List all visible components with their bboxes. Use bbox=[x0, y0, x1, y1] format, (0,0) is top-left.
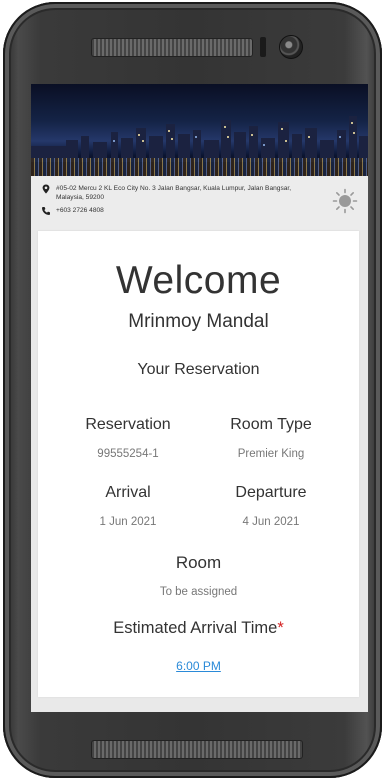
proximity-sensor bbox=[260, 37, 266, 57]
hero-city-image bbox=[31, 84, 368, 176]
reservation-card: Welcome Mrinmoy Mandal Your Reservation … bbox=[38, 231, 359, 697]
hotel-address: #05-02 Mercu 2 KL Eco City No. 3 Jalan B… bbox=[56, 185, 292, 201]
departure-date: 4 Jun 2021 bbox=[242, 516, 300, 528]
phone-frame: #05-02 Mercu 2 KL Eco City No. 3 Jalan B… bbox=[3, 2, 382, 778]
front-camera-icon bbox=[279, 35, 303, 59]
phone-icon bbox=[42, 207, 50, 215]
sun-icon[interactable] bbox=[332, 188, 358, 214]
water-reflection bbox=[31, 158, 368, 176]
room-type-block: Room Type Premier King bbox=[201, 416, 341, 460]
estimated-arrival-time-link[interactable]: 6:00 PM bbox=[38, 659, 359, 673]
room-value: To be assigned bbox=[159, 586, 238, 598]
departure-block: Departure 4 Jun 2021 bbox=[201, 484, 341, 528]
arrival-date: 1 Jun 2021 bbox=[99, 516, 157, 528]
room-label: Room bbox=[175, 553, 222, 572]
hotel-info-bar: #05-02 Mercu 2 KL Eco City No. 3 Jalan B… bbox=[31, 176, 368, 230]
location-pin-icon bbox=[42, 184, 50, 194]
address-row: #05-02 Mercu 2 KL Eco City No. 3 Jalan B… bbox=[41, 184, 296, 202]
room-type-label: Room Type bbox=[230, 416, 312, 433]
city-skyline-image bbox=[31, 116, 368, 162]
reservation-section-title: Your Reservation bbox=[137, 361, 260, 378]
bottom-speaker-grille bbox=[91, 740, 303, 759]
phone-row: +603 2726 4808 bbox=[41, 206, 296, 216]
arrival-block: Arrival 1 Jun 2021 bbox=[58, 484, 198, 528]
guest-name: Mrinmoy Mandal bbox=[128, 311, 269, 332]
eta-label-text: Estimated Arrival Time bbox=[113, 619, 278, 637]
room-type-value: Premier King bbox=[237, 448, 305, 460]
reservation-number-block: Reservation 99555254-1 bbox=[58, 416, 198, 460]
required-mark: * bbox=[277, 619, 284, 637]
top-speaker-grille bbox=[91, 38, 253, 57]
estimated-arrival-label: Estimated Arrival Time* bbox=[38, 619, 359, 638]
welcome-title: Welcome bbox=[115, 259, 282, 302]
phone-screen: #05-02 Mercu 2 KL Eco City No. 3 Jalan B… bbox=[31, 84, 368, 712]
arrival-label: Arrival bbox=[105, 484, 151, 501]
reservation-label: Reservation bbox=[85, 416, 171, 433]
departure-label: Departure bbox=[235, 484, 307, 501]
hotel-phone: +603 2726 4808 bbox=[56, 207, 104, 214]
reservation-number: 99555254-1 bbox=[97, 448, 159, 460]
